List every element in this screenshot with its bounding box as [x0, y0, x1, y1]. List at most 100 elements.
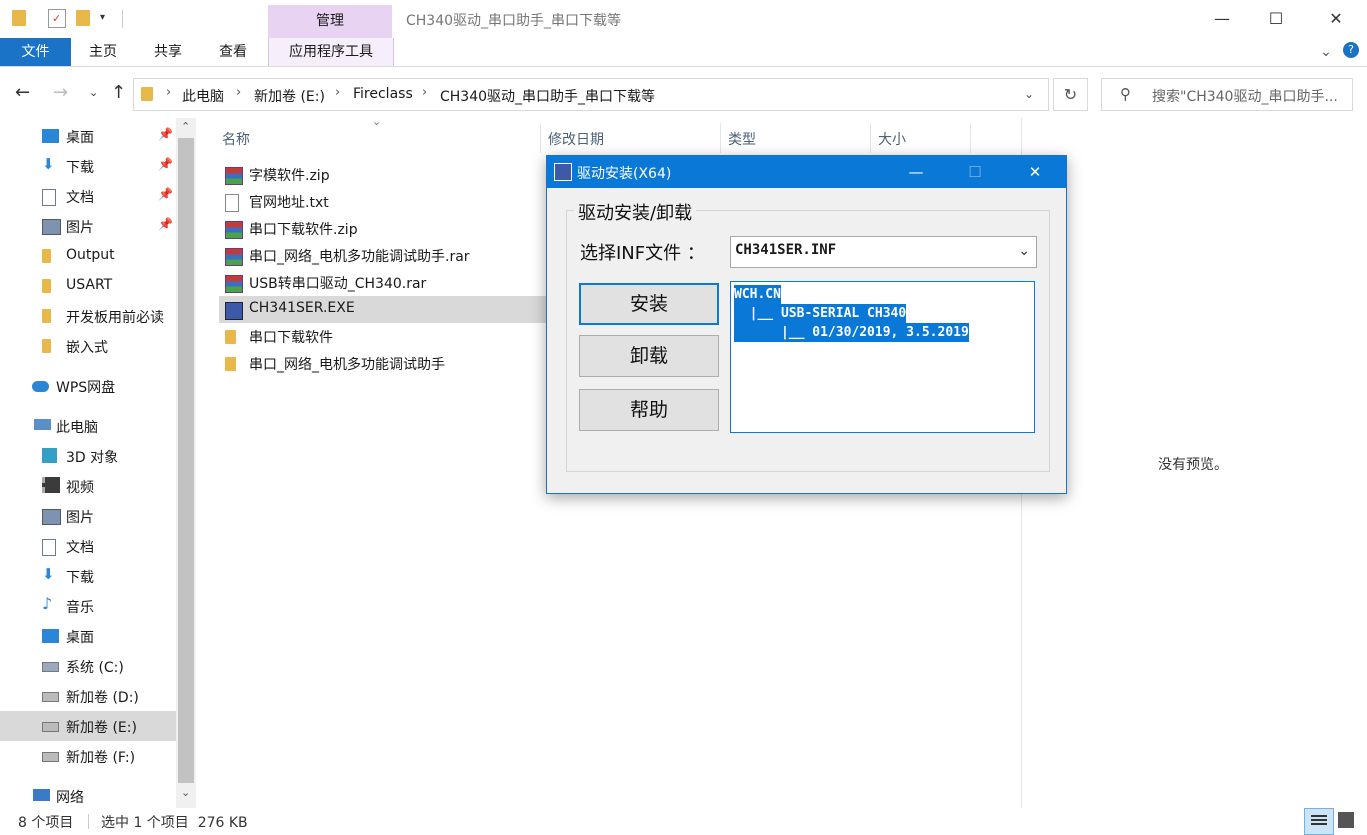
nav-item-documents[interactable]: 文档 📌	[0, 181, 176, 211]
nav-item-music[interactable]: ♪ 音乐	[0, 591, 176, 621]
tab-application-tools[interactable]: 应用程序工具	[268, 38, 394, 66]
document-icon	[42, 539, 56, 556]
nav-item-3d-objects[interactable]: 3D 对象	[0, 441, 176, 471]
nav-item-network[interactable]: 网络	[0, 781, 176, 811]
address-bar[interactable]: › 此电脑 › 新加卷 (E:) › Fireclass › CH340驱动_串…	[133, 78, 1049, 111]
install-button[interactable]: 安装	[579, 283, 719, 325]
nav-item-videos[interactable]: 视频	[0, 471, 176, 501]
nav-item-downloads[interactable]: ⬇ 下载 📌	[0, 151, 176, 181]
forward-icon[interactable]: →	[53, 82, 68, 103]
back-icon[interactable]: ←	[15, 82, 30, 103]
divider	[540, 123, 541, 153]
chevron-right-icon: ›	[335, 85, 341, 100]
column-name[interactable]: 名称	[222, 129, 250, 149]
pin-icon: 📌	[158, 127, 173, 141]
folder-icon	[42, 309, 51, 323]
title-bar: ✓ ▾ 管理 CH340驱动_串口助手_串口下载等 — ☐ ✕	[0, 0, 1367, 38]
picture-icon	[42, 219, 61, 235]
nav-item-drive-c[interactable]: 系统 (C:)	[0, 651, 176, 681]
folder-icon	[42, 249, 51, 263]
nav-item-drive-d[interactable]: 新加卷 (D:)	[0, 681, 176, 711]
chevron-down-icon[interactable]: ⌄	[1018, 243, 1030, 259]
navigation-scrollbar[interactable]: ⌃ ⌄	[176, 118, 196, 808]
nav-item-usart[interactable]: USART	[0, 271, 176, 301]
archive-icon	[225, 221, 243, 239]
nav-item-readme-folder[interactable]: 开发板用前必读	[0, 301, 176, 331]
search-placeholder: 搜索"CH340驱动_串口助手...	[1152, 89, 1338, 105]
scroll-down-icon[interactable]: ⌄	[181, 786, 190, 799]
nav-item-drive-f[interactable]: 新加卷 (F:)	[0, 741, 176, 771]
nav-item-downloads-pc[interactable]: ⬇ 下载	[0, 561, 176, 591]
address-dropdown-icon[interactable]: ⌄	[1024, 87, 1034, 101]
file-row[interactable]: 官网地址.txt	[219, 188, 559, 215]
file-row[interactable]: 串口_网络_电机多功能调试助手	[219, 350, 559, 377]
tab-file[interactable]: 文件	[0, 38, 71, 66]
nav-item-pictures-pc[interactable]: 图片	[0, 501, 176, 531]
customize-quick-access-icon[interactable]: ▾	[100, 12, 105, 23]
recent-locations-icon[interactable]: ⌄	[89, 86, 98, 99]
nav-item-this-pc[interactable]: 此电脑	[0, 411, 176, 441]
nav-item-desktop-pc[interactable]: 桌面	[0, 621, 176, 651]
drive-icon	[42, 692, 59, 702]
minimize-button[interactable]: —	[1199, 0, 1245, 38]
file-row[interactable]: USB转串口驱动_CH340.rar	[219, 269, 559, 296]
nav-item-output[interactable]: Output	[0, 241, 176, 271]
manage-context-tab[interactable]: 管理	[268, 5, 392, 38]
dialog-minimize-button[interactable]: —	[893, 156, 939, 188]
folder-icon	[12, 10, 26, 26]
close-button[interactable]: ✕	[1313, 0, 1359, 38]
tab-view[interactable]: 查看	[206, 38, 260, 66]
uninstall-button[interactable]: 卸载	[579, 335, 719, 377]
properties-icon[interactable]: ✓	[48, 9, 66, 28]
pin-icon: 📌	[158, 157, 173, 171]
maximize-button[interactable]: ☐	[1253, 0, 1299, 38]
help-icon[interactable]: ?	[1343, 42, 1359, 58]
cloud-icon	[32, 381, 49, 392]
tab-share[interactable]: 共享	[141, 38, 195, 66]
folder-icon	[42, 279, 51, 293]
file-row[interactable]: 串口_网络_电机多功能调试助手.rar	[219, 242, 559, 269]
nav-item-drive-e[interactable]: 新加卷 (E:)	[0, 711, 176, 741]
up-icon[interactable]: ↑	[111, 82, 126, 103]
chevron-right-icon: ›	[422, 85, 428, 100]
dialog-title: 驱动安装(X64)	[577, 166, 672, 182]
column-headers: ⌄ 名称 修改日期 类型 大小	[214, 115, 974, 153]
dialog-close-button[interactable]: ✕	[1012, 156, 1058, 188]
nav-item-pictures[interactable]: 图片 📌	[0, 211, 176, 241]
desktop-icon	[42, 629, 59, 643]
breadcrumb-current-folder[interactable]: CH340驱动_串口助手_串口下载等	[440, 86, 655, 106]
document-icon	[42, 189, 56, 206]
tab-home[interactable]: 主页	[76, 38, 130, 66]
inf-file-select[interactable]: CH341SER.INF ⌄	[730, 236, 1037, 268]
exe-icon	[225, 302, 243, 320]
search-input[interactable]: ⚲ 搜索"CH340驱动_串口助手...	[1101, 78, 1353, 111]
details-view-icon[interactable]	[1304, 808, 1334, 835]
nav-item-embedded[interactable]: 嵌入式	[0, 331, 176, 361]
file-row[interactable]: 串口下载软件.zip	[219, 215, 559, 242]
download-icon: ⬇	[42, 155, 55, 173]
column-type[interactable]: 类型	[728, 129, 756, 149]
divider	[870, 123, 871, 153]
breadcrumb-fireclass[interactable]: Fireclass	[353, 86, 413, 102]
divider	[720, 123, 721, 153]
file-row-selected[interactable]: CH341SER.EXE	[219, 296, 559, 323]
new-folder-icon[interactable]	[76, 10, 90, 26]
driver-info-box[interactable]: WCH.CN |__ USB-SERIAL CH340 |__ 01/30/20…	[730, 281, 1035, 433]
file-row[interactable]: 串口下载软件	[219, 323, 559, 350]
scrollbar-thumb[interactable]	[178, 138, 194, 783]
nav-item-desktop[interactable]: 桌面 📌	[0, 121, 176, 151]
large-icons-view-icon[interactable]	[1338, 812, 1354, 828]
column-modified[interactable]: 修改日期	[548, 129, 604, 149]
help-button[interactable]: 帮助	[579, 389, 719, 431]
nav-item-wps-cloud[interactable]: WPS网盘	[0, 371, 176, 401]
breadcrumb-drive-e[interactable]: 新加卷 (E:)	[254, 86, 325, 106]
file-row[interactable]: 字模软件.zip	[219, 161, 559, 188]
column-size[interactable]: 大小	[878, 129, 906, 149]
nav-item-documents-pc[interactable]: 文档	[0, 531, 176, 561]
breadcrumb-this-pc[interactable]: 此电脑	[182, 86, 224, 106]
expand-ribbon-icon[interactable]: ⌄	[1316, 38, 1336, 66]
group-title: 驱动安装/卸载	[574, 199, 697, 225]
drive-icon	[42, 722, 59, 732]
scroll-up-icon[interactable]: ⌃	[181, 120, 190, 133]
refresh-icon[interactable]: ↻	[1053, 78, 1088, 111]
